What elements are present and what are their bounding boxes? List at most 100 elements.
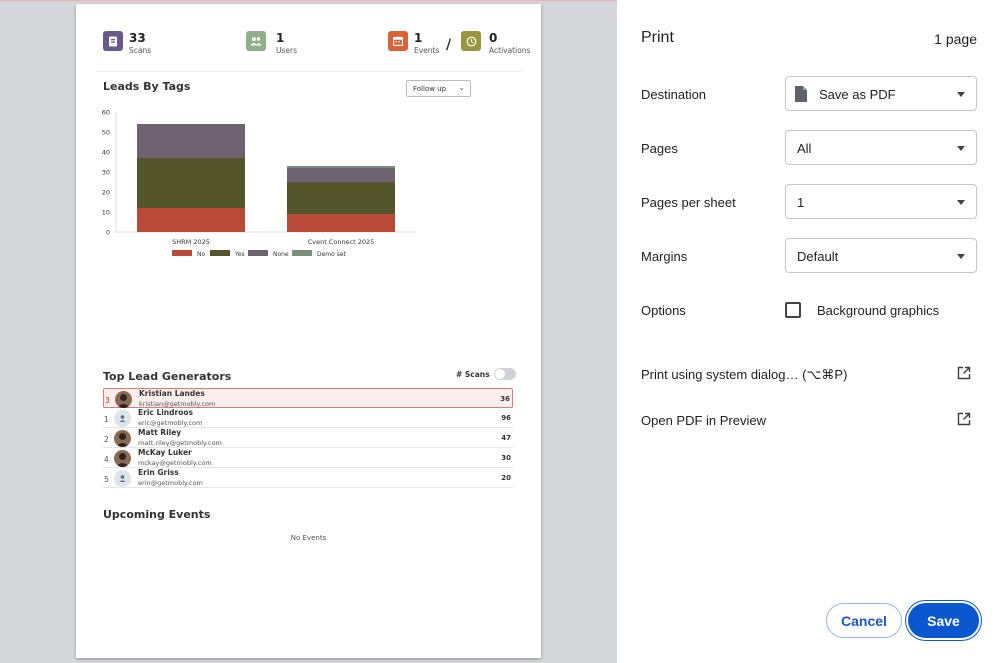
users-icon <box>246 31 266 51</box>
bar-segment <box>287 168 395 182</box>
pages-label: Pages <box>641 141 678 156</box>
bar-segment <box>287 214 395 232</box>
legend-swatch <box>292 250 312 256</box>
legend-label: Yes <box>234 251 245 258</box>
pages-per-sheet-label: Pages per sheet <box>641 195 736 210</box>
lead-name: Kristian Landes <box>139 389 205 398</box>
chevron-down-icon: ⌄ <box>458 83 465 92</box>
users-count: 1 <box>276 31 285 45</box>
y-tick-label: 20 <box>102 189 110 197</box>
lead-scan-count: 47 <box>501 434 511 442</box>
avatar <box>115 391 132 408</box>
scans-count: 33 <box>129 31 146 45</box>
y-tick-label: 60 <box>102 109 110 117</box>
cancel-button[interactable]: Cancel <box>826 603 902 638</box>
scans-toggle-label: # Scans <box>456 369 490 379</box>
lead-row: 4 McKay Luker mckay@getmobly.com 30 <box>103 448 513 468</box>
lead-name: Matt Riley <box>138 428 182 437</box>
options-label: Options <box>641 303 686 318</box>
lead-list: 3 Kristian Landes kristian@getmobly.com 36 1… <box>103 388 513 488</box>
activations-count: 0 <box>489 31 498 45</box>
page-count: 1 page <box>934 31 977 47</box>
x-tick-label: SHRM 2025 <box>172 238 210 246</box>
print-title: Print <box>641 29 674 46</box>
lead-scan-count: 20 <box>501 474 511 482</box>
system-dialog-link[interactable]: Print using system dialog… (⌥⌘P) <box>641 367 847 383</box>
leads-by-tags-title: Leads By Tags <box>103 80 191 93</box>
open-external-icon[interactable] <box>957 366 971 385</box>
lead-row: 1 Eric Lindroos eric@getmobly.com 96 <box>103 408 513 428</box>
avatar-placeholder-icon <box>114 470 131 487</box>
pages-value: All <box>797 141 812 156</box>
lead-scan-count: 30 <box>501 454 511 462</box>
margins-select[interactable]: Default <box>785 238 977 273</box>
margins-label: Margins <box>641 249 688 264</box>
lead-row: 3 Kristian Landes kristian@getmobly.com 36 <box>103 388 513 408</box>
pages-per-sheet-value: 1 <box>797 195 805 210</box>
clock-icon <box>461 31 481 51</box>
background-graphics-label[interactable]: Background graphics <box>817 303 939 318</box>
lead-rank: 5 <box>104 475 109 484</box>
bar-segment <box>287 182 395 214</box>
lead-name: McKay Luker <box>138 448 192 457</box>
legend-swatch <box>172 250 192 256</box>
save-button[interactable]: Save <box>908 603 979 638</box>
print-preview-page[interactable]: 33 Scans 1 Users 1 Events / 0 Activation… <box>76 4 541 658</box>
document-icon <box>794 85 808 106</box>
dropdown-arrow-icon <box>957 146 965 151</box>
top-lead-generators-title: Top Lead Generators <box>103 370 232 383</box>
bar-segment <box>137 124 245 158</box>
lead-row: 5 Erin Griss erin@getmobly.com 20 <box>103 468 513 488</box>
lead-email: eric@getmobly.com <box>138 419 203 427</box>
events-count: 1 <box>414 31 423 45</box>
tag-filter-select[interactable]: Follow up ⌄ <box>406 80 471 97</box>
lead-name: Eric Lindroos <box>138 408 193 417</box>
avatar <box>114 430 131 447</box>
destination-label: Destination <box>641 87 707 102</box>
lead-scan-count: 36 <box>500 395 510 403</box>
bar-segment <box>137 208 245 232</box>
lead-rank: 2 <box>104 435 109 444</box>
open-preview-link[interactable]: Open PDF in Preview <box>641 413 766 428</box>
y-tick-label: 30 <box>102 169 110 177</box>
background-graphics-checkbox[interactable] <box>785 302 801 318</box>
bar-segment <box>137 158 245 208</box>
pages-select[interactable]: All <box>785 130 977 165</box>
scans-toggle-group: # Scans <box>456 368 516 380</box>
lead-rank: 1 <box>104 415 109 424</box>
avatar-placeholder-icon <box>114 410 131 427</box>
calendar-icon <box>388 31 408 51</box>
lead-name: Erin Griss <box>138 468 179 477</box>
avatar <box>114 450 131 467</box>
y-tick-label: 0 <box>106 229 110 237</box>
users-label: Users <box>276 46 298 55</box>
no-events-text: No Events <box>290 534 327 542</box>
legend-label: Demo set <box>317 251 347 258</box>
stat-separator: / <box>446 37 452 53</box>
stat-events <box>388 31 408 51</box>
stat-activations <box>461 31 481 51</box>
toggle-knob <box>494 369 505 379</box>
margins-value: Default <box>797 249 839 264</box>
lead-email: erin@getmobly.com <box>138 479 203 487</box>
lead-rank: 3 <box>105 396 110 405</box>
lead-scan-count: 96 <box>501 414 511 422</box>
lead-email: mckay@getmobly.com <box>138 459 212 467</box>
stat-users <box>246 31 266 51</box>
leads-by-tags-chart: 0 10 20 30 40 50 60 SHRM 2025 Cvent Connect 2025… <box>102 109 416 258</box>
destination-select[interactable]: Save as PDF <box>785 76 977 111</box>
lead-email: matt.riley@getmobly.com <box>138 439 222 447</box>
upcoming-events-title: Upcoming Events <box>103 508 211 521</box>
events-label: Events <box>414 46 440 55</box>
open-external-icon[interactable] <box>957 412 971 431</box>
bar-segment <box>287 166 395 168</box>
pages-per-sheet-select[interactable]: 1 <box>785 184 977 219</box>
destination-value: Save as PDF <box>819 87 896 102</box>
y-tick-label: 50 <box>102 129 110 137</box>
lead-row: 2 Matt Riley matt.riley@getmobly.com 47 <box>103 428 513 448</box>
stats-divider <box>96 71 521 72</box>
scans-label: Scans <box>129 46 152 55</box>
scans-toggle[interactable] <box>493 368 516 380</box>
x-tick-label: Cvent Connect 2025 <box>308 238 375 246</box>
dropdown-arrow-icon <box>957 254 965 259</box>
